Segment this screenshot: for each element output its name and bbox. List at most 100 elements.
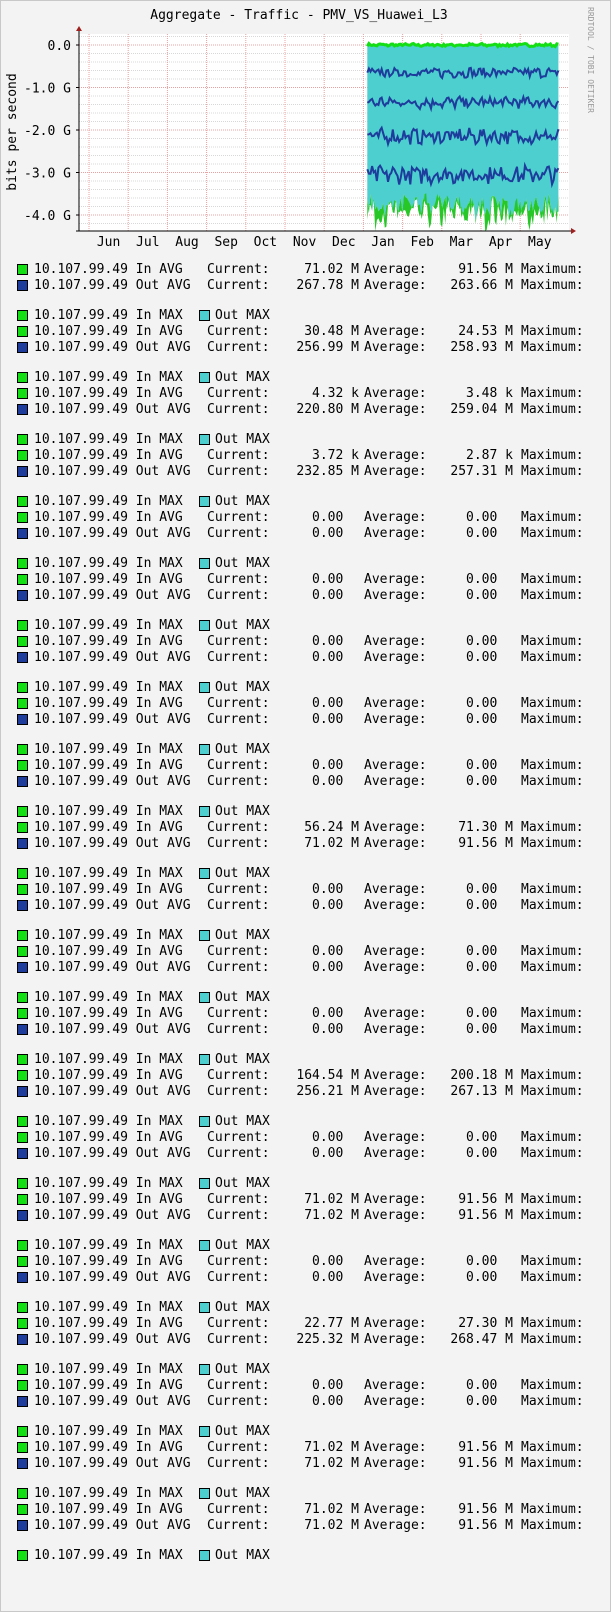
current-value: 220.80 M bbox=[296, 402, 359, 417]
legend-swatch bbox=[17, 1520, 28, 1531]
current-label: Current: bbox=[207, 820, 270, 835]
average-value: 0.00 bbox=[466, 1378, 513, 1393]
current-value: 0.00 bbox=[312, 774, 359, 789]
legend-row: 10.107.99.49 In AVG Current: 0.00 Average… bbox=[17, 758, 607, 774]
average-label: Average: bbox=[364, 650, 427, 665]
average-label: Average: bbox=[364, 1254, 427, 1269]
series-label: 10.107.99.49 In AVG bbox=[34, 448, 191, 463]
legend-row: 10.107.99.49 Out AVG Current: 0.00 Average… bbox=[17, 1394, 607, 1410]
legend-swatch bbox=[17, 404, 28, 415]
in-max-swatch bbox=[17, 868, 28, 879]
legend-gap bbox=[17, 1472, 607, 1486]
in-max-swatch bbox=[17, 1116, 28, 1127]
maximum-label: Maximum: bbox=[521, 1316, 584, 1331]
current-label: Current: bbox=[207, 898, 270, 913]
legend-max-row: 10.107.99.49 In MAX Out MAX bbox=[17, 804, 607, 820]
legend-gap bbox=[17, 728, 607, 742]
legend-swatch bbox=[17, 1504, 28, 1515]
y-axis-arrow bbox=[76, 26, 82, 31]
in-max-swatch bbox=[17, 1240, 28, 1251]
average-value: 0.00 bbox=[466, 510, 513, 525]
average-value: 0.00 bbox=[466, 1146, 513, 1161]
legend-gap bbox=[17, 604, 607, 618]
out-max-swatch bbox=[199, 1426, 210, 1437]
legend-row: 10.107.99.49 Out AVG Current: 0.00 Average… bbox=[17, 960, 607, 976]
x-tick-label: Jan bbox=[371, 235, 394, 250]
out-max-label: Out MAX bbox=[215, 1238, 270, 1253]
legend-max-row: 10.107.99.49 In MAX Out MAX bbox=[17, 1362, 607, 1378]
current-label: Current: bbox=[207, 402, 270, 417]
series-label: 10.107.99.49 Out AVG bbox=[34, 588, 191, 603]
legend-swatch bbox=[17, 1334, 28, 1345]
maximum-label: Maximum: bbox=[521, 1502, 584, 1517]
legend-max-row: 10.107.99.49 In MAX Out MAX bbox=[17, 308, 607, 324]
current-value: 0.00 bbox=[312, 712, 359, 727]
maximum-label: Maximum: bbox=[521, 1130, 584, 1145]
legend-row: 10.107.99.49 Out AVG Current: 225.32 M Aver… bbox=[17, 1332, 607, 1348]
legend-swatch bbox=[17, 1318, 28, 1329]
out-max-swatch bbox=[199, 1054, 210, 1065]
legend-gap bbox=[17, 1348, 607, 1362]
average-label: Average: bbox=[364, 758, 427, 773]
legend-swatch bbox=[17, 1458, 28, 1469]
average-value: 91.56 M bbox=[458, 1192, 513, 1207]
current-label: Current: bbox=[207, 1502, 270, 1517]
legend-row: 10.107.99.49 Out AVG Current: 0.00 Average… bbox=[17, 1270, 607, 1286]
series-label: 10.107.99.49 Out AVG bbox=[34, 1022, 191, 1037]
series-label: 10.107.99.49 Out AVG bbox=[34, 1208, 191, 1223]
average-label: Average: bbox=[364, 340, 427, 355]
in-max-swatch bbox=[17, 310, 28, 321]
average-value: 0.00 bbox=[466, 572, 513, 587]
current-value: 0.00 bbox=[312, 526, 359, 541]
series-label: 10.107.99.49 Out AVG bbox=[34, 1332, 191, 1347]
out-max-label: Out MAX bbox=[215, 990, 270, 1005]
current-value: 0.00 bbox=[312, 1006, 359, 1021]
maximum-label: Maximum: bbox=[521, 1332, 584, 1347]
current-value: 30.48 M bbox=[304, 324, 359, 339]
average-label: Average: bbox=[364, 1270, 427, 1285]
maximum-label: Maximum: bbox=[521, 1456, 584, 1471]
legend-row: 10.107.99.49 In AVG Current: 0.00 Average… bbox=[17, 1254, 607, 1270]
legend-swatch bbox=[17, 528, 28, 539]
current-label: Current: bbox=[207, 1022, 270, 1037]
out-max-swatch bbox=[199, 992, 210, 1003]
maximum-label: Maximum: bbox=[521, 510, 584, 525]
average-value: 24.53 M bbox=[458, 324, 513, 339]
maximum-label: Maximum: bbox=[521, 944, 584, 959]
legend-swatch bbox=[17, 280, 28, 291]
average-value: 0.00 bbox=[466, 944, 513, 959]
out-max-label: Out MAX bbox=[215, 1052, 270, 1067]
legend-row: 10.107.99.49 In AVG Current: 0.00 Average… bbox=[17, 696, 607, 712]
current-value: 3.72 k bbox=[312, 448, 359, 463]
out-max-swatch bbox=[199, 620, 210, 631]
average-label: Average: bbox=[364, 944, 427, 959]
average-value: 0.00 bbox=[466, 898, 513, 913]
average-value: 91.56 M bbox=[458, 1456, 513, 1471]
in-max-label: 10.107.99.49 In MAX bbox=[34, 1114, 183, 1129]
current-value: 0.00 bbox=[312, 696, 359, 711]
maximum-label: Maximum: bbox=[521, 324, 584, 339]
legend-swatch bbox=[17, 1024, 28, 1035]
legend-swatch bbox=[17, 1194, 28, 1205]
legend-max-row: 10.107.99.49 In MAX Out MAX bbox=[17, 432, 607, 448]
out-max-label: Out MAX bbox=[215, 1300, 270, 1315]
x-tick-label: Dec bbox=[332, 235, 355, 250]
series-label: 10.107.99.49 In AVG bbox=[34, 1440, 191, 1455]
legend-row: 10.107.99.49 Out AVG Current: 71.02 M Avera… bbox=[17, 1456, 607, 1472]
current-value: 164.54 M bbox=[296, 1068, 359, 1083]
current-value: 22.77 M bbox=[304, 1316, 359, 1331]
legend-swatch bbox=[17, 388, 28, 399]
legend-row: 10.107.99.49 Out AVG Current: 256.21 M Aver… bbox=[17, 1084, 607, 1100]
legend-row: 10.107.99.49 Out AVG Current: 71.02 M Avera… bbox=[17, 836, 607, 852]
legend-swatch bbox=[17, 512, 28, 523]
current-value: 0.00 bbox=[312, 960, 359, 975]
legend-swatch bbox=[17, 466, 28, 477]
out-max-label: Out MAX bbox=[215, 1362, 270, 1377]
legend-swatch bbox=[17, 698, 28, 709]
legend-row: 10.107.99.49 In AVG Current: 71.02 M Avera… bbox=[17, 262, 607, 278]
legend-row: 10.107.99.49 Out AVG Current: 267.78 M Aver… bbox=[17, 278, 607, 294]
legend-gap bbox=[17, 1038, 607, 1052]
average-label: Average: bbox=[364, 386, 427, 401]
legend-max-row: 10.107.99.49 In MAX Out MAX bbox=[17, 928, 607, 944]
legend-swatch bbox=[17, 1148, 28, 1159]
